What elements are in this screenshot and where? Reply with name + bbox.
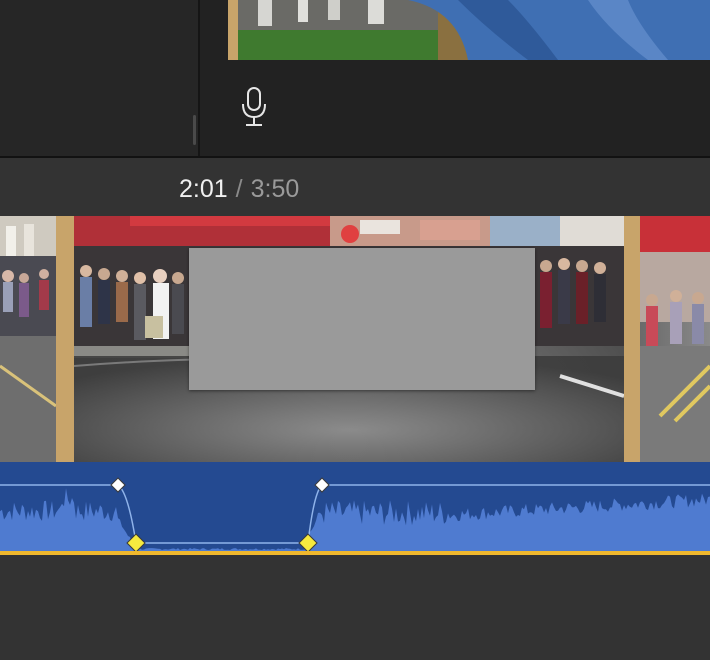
volume-keyframe[interactable] [314, 477, 330, 493]
title-overlay-placeholder[interactable] [189, 248, 535, 390]
audio-waveform [0, 488, 710, 552]
audio-track[interactable] [0, 462, 710, 554]
media-browser-panel [0, 0, 198, 156]
timeline-empty-area[interactable] [0, 555, 710, 660]
microphone-icon[interactable] [240, 86, 268, 128]
timecode-separator: / [235, 175, 243, 203]
current-time: 2:01 [179, 175, 228, 203]
timecode-display: 2:01/3:50 [179, 175, 299, 204]
panel-resize-handle[interactable] [193, 115, 196, 145]
timeline-top-border [0, 156, 710, 158]
total-duration: 3:50 [250, 175, 300, 203]
viewer-video-frame [228, 0, 710, 60]
